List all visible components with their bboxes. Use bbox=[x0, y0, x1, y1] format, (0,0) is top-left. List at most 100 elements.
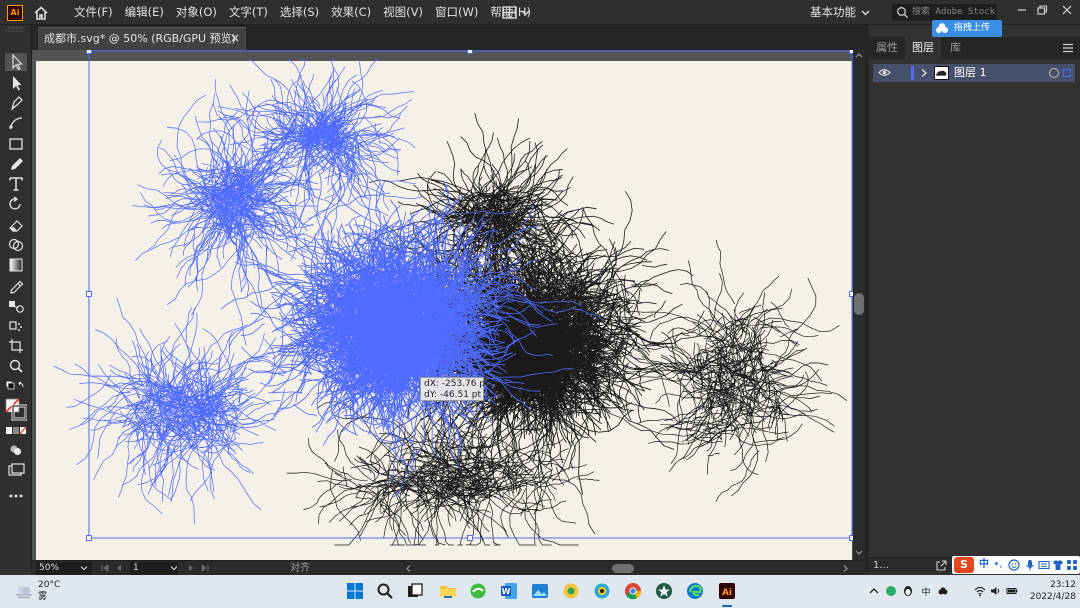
workspace-switcher[interactable]: 基本功能 bbox=[810, 0, 856, 25]
direct-selection-tool[interactable] bbox=[5, 74, 27, 92]
artboard-tool[interactable] bbox=[5, 337, 27, 355]
emoji-icon[interactable] bbox=[1008, 559, 1020, 571]
eyedropper-tool[interactable] bbox=[5, 277, 27, 295]
rectangle-tool[interactable] bbox=[5, 135, 27, 153]
pencil-tool[interactable] bbox=[5, 155, 27, 173]
type-tool[interactable] bbox=[5, 175, 27, 193]
tab-layers[interactable]: 图层 bbox=[905, 37, 941, 59]
scroll-right-icon[interactable] bbox=[842, 564, 850, 573]
toolbox-grid-icon[interactable] bbox=[1066, 559, 1078, 571]
taskbar-360-browser[interactable] bbox=[468, 581, 488, 601]
pen-tool[interactable] bbox=[5, 94, 27, 112]
tray-wechat-icon[interactable] bbox=[885, 585, 897, 597]
horizontal-scroll-thumb[interactable] bbox=[612, 564, 634, 573]
layer-selection-indicator[interactable] bbox=[1063, 69, 1071, 77]
selection-handle[interactable] bbox=[467, 535, 473, 541]
taskbar-illustrator[interactable]: Ai bbox=[717, 581, 737, 601]
tray-ime-icon[interactable]: 中 bbox=[920, 585, 932, 597]
panel-menu-icon[interactable] bbox=[1062, 43, 1074, 53]
restore-icon[interactable] bbox=[1035, 3, 1049, 17]
sogou-logo-icon[interactable]: S bbox=[954, 557, 974, 573]
vertical-scrollbar[interactable] bbox=[853, 50, 865, 560]
chevron-down-icon[interactable] bbox=[861, 8, 870, 17]
clock-date[interactable]: 2022/4/28 bbox=[1020, 591, 1076, 603]
taskbar-photos[interactable] bbox=[530, 581, 550, 601]
taskbar-chrome[interactable] bbox=[623, 581, 643, 601]
next-artboard-icon[interactable] bbox=[186, 563, 196, 573]
menu-window[interactable]: 窗口(W) bbox=[429, 0, 484, 25]
chevron-right-icon[interactable] bbox=[920, 68, 928, 78]
taskbar-file-explorer[interactable] bbox=[438, 581, 458, 601]
menu-file[interactable]: 文件(F) bbox=[68, 0, 119, 25]
weather-temperature[interactable]: 20°C bbox=[38, 579, 60, 591]
scroll-left-icon[interactable] bbox=[404, 564, 412, 573]
ime-mode-toggle[interactable]: 中 bbox=[978, 557, 990, 573]
taskbar-task-view[interactable] bbox=[405, 581, 425, 601]
export-icon[interactable] bbox=[936, 560, 947, 571]
skin-shirt-icon[interactable] bbox=[1052, 559, 1064, 571]
scroll-up-icon[interactable] bbox=[854, 51, 864, 59]
weather-description[interactable]: 雾 bbox=[38, 591, 47, 603]
menu-edit[interactable]: 编辑(E) bbox=[119, 0, 170, 25]
symbol-sprayer-tool[interactable] bbox=[5, 317, 27, 335]
tab-properties[interactable]: 属性 bbox=[869, 37, 905, 59]
keyboard-icon[interactable] bbox=[1038, 559, 1050, 571]
document-canvas[interactable]: dX: -253.76 pt dY: -46.51 pt bbox=[32, 50, 865, 560]
chevron-down-icon[interactable] bbox=[170, 564, 178, 572]
tray-cloud-icon[interactable] bbox=[937, 585, 949, 597]
document-tab[interactable]: 成都市.svg* @ 50% (RGB/GPU 预览) bbox=[38, 27, 246, 50]
taskbar-qq-browser[interactable] bbox=[592, 581, 612, 601]
fill-stroke-swatches[interactable] bbox=[5, 398, 27, 422]
draw-mode-button[interactable] bbox=[5, 441, 27, 459]
gradient-tool[interactable] bbox=[5, 256, 27, 274]
city-road-map[interactable] bbox=[32, 50, 865, 560]
menu-type[interactable]: 文字(T) bbox=[223, 0, 274, 25]
menu-select[interactable]: 选择(S) bbox=[274, 0, 325, 25]
vertical-scroll-thumb[interactable] bbox=[854, 293, 864, 315]
selection-handle[interactable] bbox=[467, 50, 473, 54]
last-artboard-icon[interactable] bbox=[200, 563, 210, 573]
taskbar-wps-pdf[interactable] bbox=[561, 581, 581, 601]
selection-tool[interactable] bbox=[5, 53, 27, 71]
close-tab-icon[interactable] bbox=[230, 33, 240, 43]
tray-qq-icon[interactable] bbox=[902, 585, 914, 597]
wifi-icon[interactable] bbox=[974, 585, 986, 597]
align-status-label[interactable]: 对齐 bbox=[290, 561, 310, 576]
chevron-down-icon[interactable] bbox=[80, 564, 88, 572]
panel-grip-icon[interactable] bbox=[4, 27, 26, 33]
fog-weather-icon[interactable] bbox=[14, 583, 34, 599]
selection-handle[interactable] bbox=[86, 50, 92, 54]
chevron-up-icon[interactable] bbox=[868, 585, 880, 597]
selection-handle[interactable] bbox=[86, 291, 92, 297]
selection-handle[interactable] bbox=[86, 535, 92, 541]
layer-row[interactable]: 图层 1 bbox=[873, 64, 1075, 82]
layer-name[interactable]: 图层 1 bbox=[954, 64, 987, 82]
home-icon[interactable] bbox=[33, 5, 49, 21]
eraser-tool[interactable] bbox=[5, 216, 27, 234]
menu-effect[interactable]: 效果(C) bbox=[325, 0, 377, 25]
battery-icon[interactable] bbox=[1006, 585, 1018, 597]
screen-mode-button[interactable] bbox=[5, 461, 27, 479]
zoom-tool[interactable] bbox=[5, 357, 27, 375]
menu-view[interactable]: 视图(V) bbox=[377, 0, 429, 25]
minimize-icon[interactable] bbox=[1015, 3, 1029, 17]
arrange-documents-icon[interactable] bbox=[502, 6, 534, 19]
blend-tool[interactable] bbox=[5, 297, 27, 315]
color-mode-buttons[interactable] bbox=[5, 425, 27, 437]
default-colors-button[interactable] bbox=[5, 379, 27, 397]
microphone-icon[interactable] bbox=[1024, 559, 1036, 571]
ime-punct-toggle[interactable]: •, bbox=[992, 557, 1004, 573]
curvature-tool[interactable] bbox=[5, 114, 27, 132]
edit-toolbar-button[interactable] bbox=[5, 487, 27, 505]
taskbar-start[interactable] bbox=[345, 581, 365, 601]
layer-target-icon[interactable] bbox=[1049, 68, 1059, 78]
visibility-eye-icon[interactable] bbox=[878, 67, 891, 78]
scroll-down-icon[interactable] bbox=[854, 549, 864, 557]
shape-builder-tool[interactable] bbox=[5, 236, 27, 254]
drag-upload-badge[interactable]: 拖拽上传 bbox=[932, 20, 1002, 37]
ai-logo-icon[interactable]: Ai bbox=[7, 5, 23, 21]
horizontal-scrollbar[interactable] bbox=[404, 564, 852, 573]
clock-time[interactable]: 23:12 bbox=[1036, 579, 1076, 591]
tab-libraries[interactable]: 库 bbox=[943, 37, 968, 59]
volume-icon[interactable] bbox=[990, 585, 1002, 597]
